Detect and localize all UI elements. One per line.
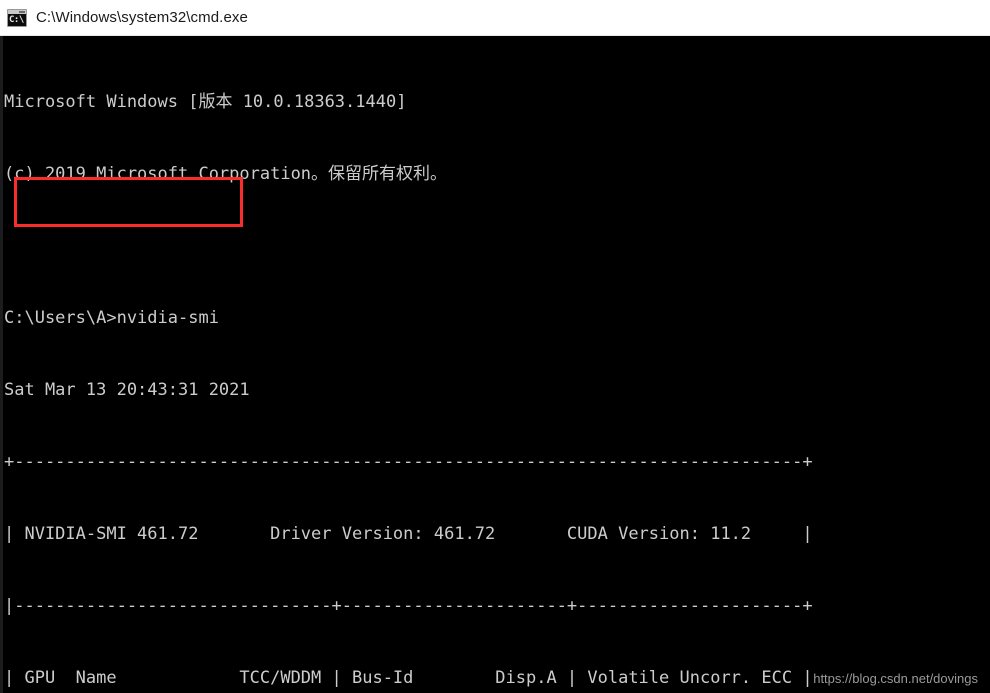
console-line: (c) 2019 Microsoft Corporation。保留所有权利。: [4, 164, 448, 184]
watermark-text: https://blog.csdn.net/dovings: [813, 671, 978, 686]
smi-table-top-border: +---------------------------------------…: [4, 452, 813, 472]
console-line-timestamp: Sat Mar 13 20:43:31 2021: [4, 380, 250, 400]
console-line-command: C:\Users\A>nvidia-smi: [4, 308, 219, 328]
cmd-icon-text: C:\: [9, 14, 24, 25]
smi-column-header-1: | GPU Name TCC/WDDM | Bus-Id Disp.A | Vo…: [4, 668, 813, 688]
console-line: Microsoft Windows [版本 10.0.18363.1440]: [4, 92, 407, 112]
window-titlebar[interactable]: C:\ C:\Windows\system32\cmd.exe: [0, 0, 990, 36]
cmd-icon[interactable]: C:\: [7, 8, 27, 27]
console-output: Microsoft Windows [版本 10.0.18363.1440] (…: [0, 36, 813, 693]
smi-divider: |-------------------------------+-------…: [4, 596, 813, 616]
window-title: C:\Windows\system32\cmd.exe: [36, 9, 248, 26]
console-surface[interactable]: Microsoft Windows [版本 10.0.18363.1440] (…: [0, 36, 990, 693]
smi-version-row: | NVIDIA-SMI 461.72 Driver Version: 461.…: [4, 524, 813, 544]
